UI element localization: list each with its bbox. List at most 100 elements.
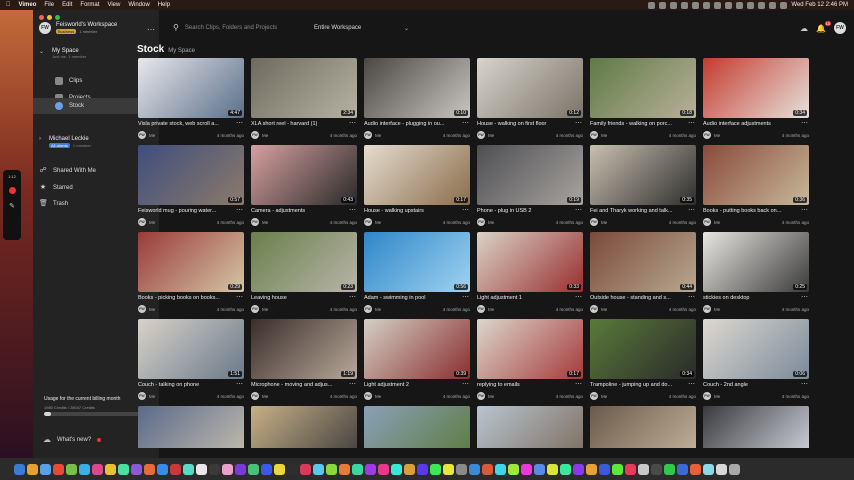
- clip-title[interactable]: Family friends - walking on porc...: [590, 121, 684, 127]
- clip-title[interactable]: House - walking on first floor: [477, 121, 571, 127]
- clip-thumbnail[interactable]: 0:06: [703, 319, 809, 379]
- battery-icon[interactable]: [780, 1, 788, 9]
- clip-title[interactable]: stickies on desktop: [703, 295, 797, 301]
- clip-thumbnail[interactable]: [703, 406, 809, 448]
- member-space-michael[interactable]: › Michael Leckie All clients 1 member: [39, 136, 91, 148]
- more-icon[interactable]: ⋯: [236, 293, 243, 301]
- dock-app-icon[interactable]: [703, 463, 714, 475]
- dock-app-icon[interactable]: [599, 463, 610, 475]
- status-icon[interactable]: [736, 1, 744, 9]
- dock-app-icon[interactable]: [170, 463, 181, 475]
- more-icon[interactable]: ⋯: [801, 206, 808, 214]
- clip-title[interactable]: House - walking upstairs: [364, 208, 458, 214]
- clip-thumbnail[interactable]: 0:34: [590, 319, 696, 379]
- more-icon[interactable]: ⋯: [801, 293, 808, 301]
- more-icon[interactable]: ⋯: [349, 380, 356, 388]
- more-icon[interactable]: ⋯: [688, 119, 695, 127]
- clip-card[interactable]: 2:34 XLA short reel - harvard (1) ⋯ FW Me 4 m…: [251, 58, 357, 145]
- menu-clock[interactable]: Wed Feb 12 2:46 PM: [791, 2, 848, 8]
- clip-card[interactable]: 0:23 Leaving house ⋯ FW Me 4 months ago: [251, 232, 357, 319]
- clip-card[interactable]: 0:12 House - walking on first floor ⋯ FW Me 4…: [477, 58, 583, 145]
- clip-title[interactable]: Microphone - moving and adjus...: [251, 382, 345, 388]
- more-icon[interactable]: ⋯: [801, 380, 808, 388]
- dock-app-icon[interactable]: [66, 463, 77, 475]
- dock-app-icon[interactable]: [534, 463, 545, 475]
- clip-card[interactable]: [138, 406, 244, 448]
- clip-title[interactable]: Books - putting books back on...: [703, 208, 797, 214]
- clip-thumbnail[interactable]: 0:18: [590, 58, 696, 118]
- clip-thumbnail[interactable]: [364, 406, 470, 448]
- clip-thumbnail[interactable]: 0:19: [477, 145, 583, 205]
- status-icon[interactable]: [747, 1, 755, 9]
- clip-card[interactable]: [477, 406, 583, 448]
- dock-app-icon[interactable]: [261, 463, 272, 475]
- dock-app-icon[interactable]: [586, 463, 597, 475]
- clip-thumbnail[interactable]: 0:17: [364, 145, 470, 205]
- dock-app-icon[interactable]: [157, 463, 168, 475]
- clip-card[interactable]: 1:51 Couch - talking on phone ⋯ FW Me 4 month…: [138, 319, 244, 406]
- clip-thumbnail[interactable]: 0:33: [477, 232, 583, 292]
- clip-title[interactable]: Fei and Tharyk working and talk...: [590, 208, 684, 214]
- zoom-window-icon[interactable]: [55, 15, 60, 20]
- menu-window[interactable]: Window: [128, 2, 149, 8]
- sidebar-item-shared[interactable]: ☍ Shared With Me: [39, 167, 96, 175]
- scope-dropdown[interactable]: Entire Workspace ⌄: [314, 22, 409, 34]
- more-icon[interactable]: ⋯: [349, 293, 356, 301]
- my-space-toggle[interactable]: ⌄ My Space Just me, 1 member: [39, 48, 86, 59]
- clip-thumbnail[interactable]: 0:36: [703, 145, 809, 205]
- dock-app-icon[interactable]: [79, 463, 90, 475]
- clip-card[interactable]: 4:47 Visla private stock, web scroll a...…: [138, 58, 244, 145]
- menu-app-name[interactable]: Vimeo: [19, 2, 37, 8]
- clip-thumbnail[interactable]: 0:34: [703, 58, 809, 118]
- user-avatar[interactable]: FW: [834, 22, 846, 34]
- clip-title[interactable]: Audio interface adjustments: [703, 121, 797, 127]
- clip-card[interactable]: [364, 406, 470, 448]
- dock-app-icon[interactable]: [105, 463, 116, 475]
- clip-card[interactable]: [703, 406, 809, 448]
- dock-app-icon[interactable]: [547, 463, 558, 475]
- dock-app-icon[interactable]: [391, 463, 402, 475]
- dock-app-icon[interactable]: [443, 463, 454, 475]
- dock-app-icon[interactable]: [183, 463, 194, 475]
- record-icon[interactable]: [8, 187, 16, 194]
- clip-card[interactable]: 0:06 Couch - 2nd angle ⋯ FW Me 4 months ago: [703, 319, 809, 406]
- clip-card[interactable]: 0:35 Fei and Tharyk working and talk... ⋯ F…: [590, 145, 696, 232]
- clip-title[interactable]: replying to emails: [477, 382, 571, 388]
- more-icon[interactable]: ⋯: [462, 380, 469, 388]
- workspace-switcher[interactable]: FW Feisworld's Workspace Business 1 memb…: [39, 22, 117, 34]
- dock-app-icon[interactable]: [222, 463, 233, 475]
- clip-card[interactable]: 0:18 Family friends - walking on porc... ⋯…: [590, 58, 696, 145]
- clip-title[interactable]: Couch - 2nd angle: [703, 382, 797, 388]
- menu-edit[interactable]: Edit: [62, 2, 72, 8]
- clip-card[interactable]: 0:10 Audio interface - plugging in ou... ⋯…: [364, 58, 470, 145]
- search-input[interactable]: Search Clips, Folders and Projects: [185, 25, 277, 31]
- more-icon[interactable]: ⋯: [236, 119, 243, 127]
- dock-app-icon[interactable]: [339, 463, 350, 475]
- dock-app-icon[interactable]: [131, 463, 142, 475]
- clip-card[interactable]: 0:34 Trampoline - jumping up and do... ⋯ FW…: [590, 319, 696, 406]
- clip-card[interactable]: 0:44 Outside house - standing and s... ⋯ FW…: [590, 232, 696, 319]
- close-window-icon[interactable]: [39, 15, 44, 20]
- status-icon[interactable]: [703, 1, 711, 9]
- clip-thumbnail[interactable]: [590, 406, 696, 448]
- clip-thumbnail[interactable]: [477, 406, 583, 448]
- dock-app-icon[interactable]: [469, 463, 480, 475]
- dock-app-icon[interactable]: [716, 463, 727, 475]
- dock-app-icon[interactable]: [300, 463, 311, 475]
- dock-app-icon[interactable]: [677, 463, 688, 475]
- clip-thumbnail[interactable]: 0:17: [477, 319, 583, 379]
- clip-card[interactable]: 0:29 Books - picking books on books... ⋯ FW…: [138, 232, 244, 319]
- more-icon[interactable]: ⋯: [462, 206, 469, 214]
- bell-icon[interactable]: 🔔 10: [816, 20, 831, 33]
- dock-app-icon[interactable]: [209, 463, 220, 475]
- wifi-icon[interactable]: [769, 1, 777, 9]
- more-icon[interactable]: ⋯: [575, 380, 582, 388]
- dock-app-icon[interactable]: [560, 463, 571, 475]
- clip-title[interactable]: Books - picking books on books...: [138, 295, 232, 301]
- clip-thumbnail[interactable]: 1:51: [138, 319, 244, 379]
- apple-icon[interactable]: : [6, 2, 11, 8]
- clip-title[interactable]: Visla private stock, web scroll a...: [138, 121, 232, 127]
- clip-card[interactable]: 0:25 stickies on desktop ⋯ FW Me 4 months ago: [703, 232, 809, 319]
- search-box[interactable]: ⚲ Search Clips, Folders and Projects: [173, 23, 277, 32]
- dock-app-icon[interactable]: [326, 463, 337, 475]
